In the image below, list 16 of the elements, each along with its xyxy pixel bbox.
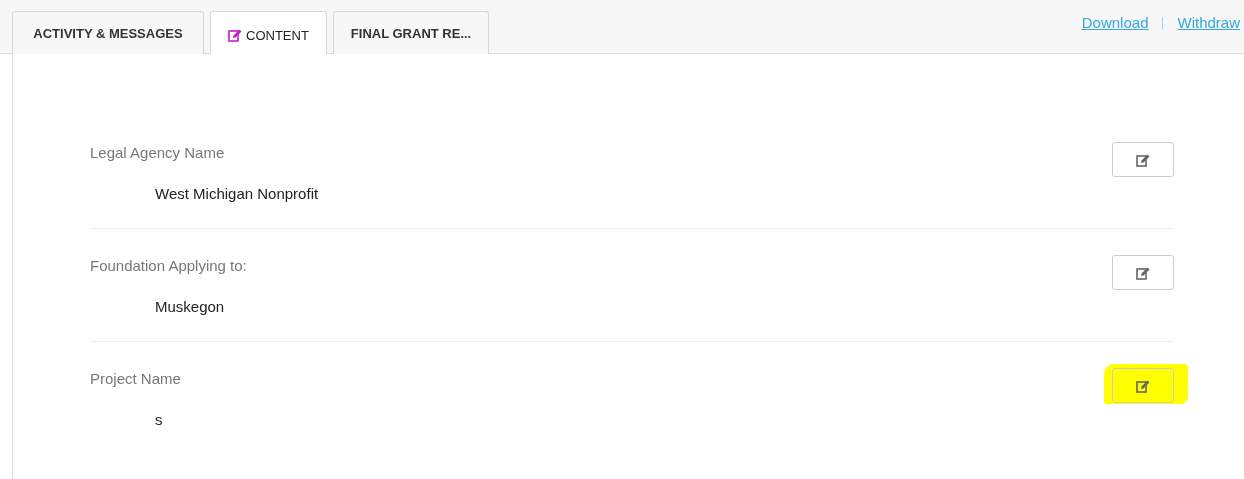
field-value: West Michigan Nonprofit	[154, 184, 319, 202]
field-label: Project Name	[90, 369, 181, 387]
tab[interactable]: CONTENT	[210, 11, 327, 54]
field-label: Foundation Applying to:	[90, 256, 247, 274]
field-label: Legal Agency Name	[90, 143, 226, 161]
edit-button[interactable]	[1112, 255, 1174, 290]
field-value: s	[154, 410, 164, 428]
edit-button[interactable]	[1112, 142, 1174, 177]
edit-icon	[1136, 378, 1150, 393]
edit-button[interactable]	[1112, 368, 1174, 403]
tab[interactable]: ACTIVITY & MESSAGES	[12, 11, 204, 54]
tab[interactable]: FINAL GRANT RE...	[332, 11, 490, 54]
edit-icon	[228, 28, 242, 42]
edit-icon	[1136, 265, 1150, 280]
edit-icon	[1136, 152, 1150, 167]
field-value: Muskegon	[154, 297, 226, 315]
